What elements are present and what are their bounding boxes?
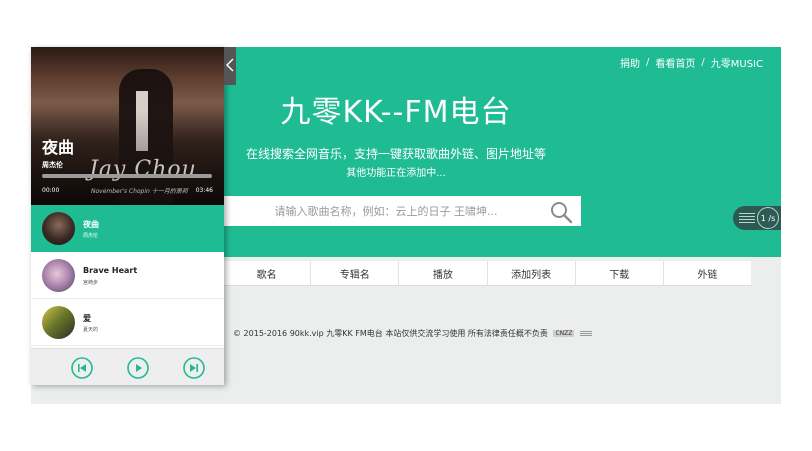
song-artist: 宫崎步 [83,280,99,286]
playlist-item[interactable]: Brave Heart 宫崎步 [31,252,224,299]
prev-icon[interactable] [71,357,93,379]
column-header-play: 播放 [399,261,488,285]
results-table-header: 歌名 专辑名 播放 添加列表 下载 外链 [223,261,751,286]
playlist-item[interactable]: 爱 夏天的 [31,299,224,346]
search-icon[interactable] [549,200,573,224]
mini-player-time: 1 /s [757,207,779,229]
next-icon[interactable] [183,357,205,379]
site-subtitle-secondary: 其他功能正在添加中... [346,168,446,179]
site-title: 九零KK--FM电台 [280,95,512,130]
search-box [221,196,581,226]
cover-brand-logo: Jay Chou [89,157,197,182]
song-thumbnail [42,306,75,339]
column-header-link: 外链 [697,269,718,281]
nav-link-home[interactable]: 看看首页 [655,55,695,70]
column-header-album: 专辑名 [311,261,400,285]
now-playing-title: 夜曲 [42,138,75,157]
song-thumbnail [42,212,75,245]
site-subtitle: 在线搜索全网音乐，支持一键获取歌曲外链、图片地址等 [245,147,546,161]
music-player-panel: Jay Chou November's Chopin 十一月的萧邦 夜曲 周杰伦… [31,47,236,385]
song-artist: 夏天的 [83,327,99,333]
cover-tagline: November's Chopin 十一月的萧邦 [91,188,188,195]
mini-player[interactable]: 1 /s [733,206,781,230]
song-thumbnail [42,259,75,292]
song-name: Brave Heart [83,266,138,275]
collapse-player-button[interactable] [224,47,236,85]
column-header-download: 下载 [576,261,664,285]
duration: 03:46 [195,187,213,194]
player-controls [31,348,224,385]
nav-separator: / [701,57,705,68]
progress-bar[interactable] [42,174,212,178]
playlist-item[interactable]: 夜曲 周杰伦 [31,205,224,252]
playlist: 夜曲 周杰伦 Brave Heart 宫崎步 爱 夏天的 [31,205,224,346]
chevron-left-icon [225,57,234,76]
play-icon[interactable] [127,357,149,379]
song-artist: 周杰伦 [83,233,99,239]
stats-lines-icon [579,330,592,337]
song-name: 夜曲 [83,220,99,229]
nav-separator: / [646,57,650,68]
top-nav: 捐助 / 看看首页 / 九零MUSIC [620,55,763,70]
song-name: 爱 [83,314,91,323]
album-cover: Jay Chou November's Chopin 十一月的萧邦 夜曲 周杰伦… [31,47,224,205]
now-playing-artist: 周杰伦 [42,161,63,169]
column-header-song: 歌名 [223,261,312,285]
equalizer-icon [739,213,755,223]
nav-link-donate[interactable]: 捐助 [620,55,640,70]
nav-link-music[interactable]: 九零MUSIC [711,55,763,70]
column-header-add: 添加列表 [488,261,576,285]
stats-badge[interactable]: CNZZ [553,330,575,337]
current-time: 00:00 [42,187,60,194]
footer-text: © 2015-2016 90kk.vip 九零KK FM电台 本站仅供交流学习使… [233,329,548,338]
footer: © 2015-2016 90kk.vip 九零KK FM电台 本站仅供交流学习使… [233,328,592,339]
search-input[interactable] [221,196,541,226]
